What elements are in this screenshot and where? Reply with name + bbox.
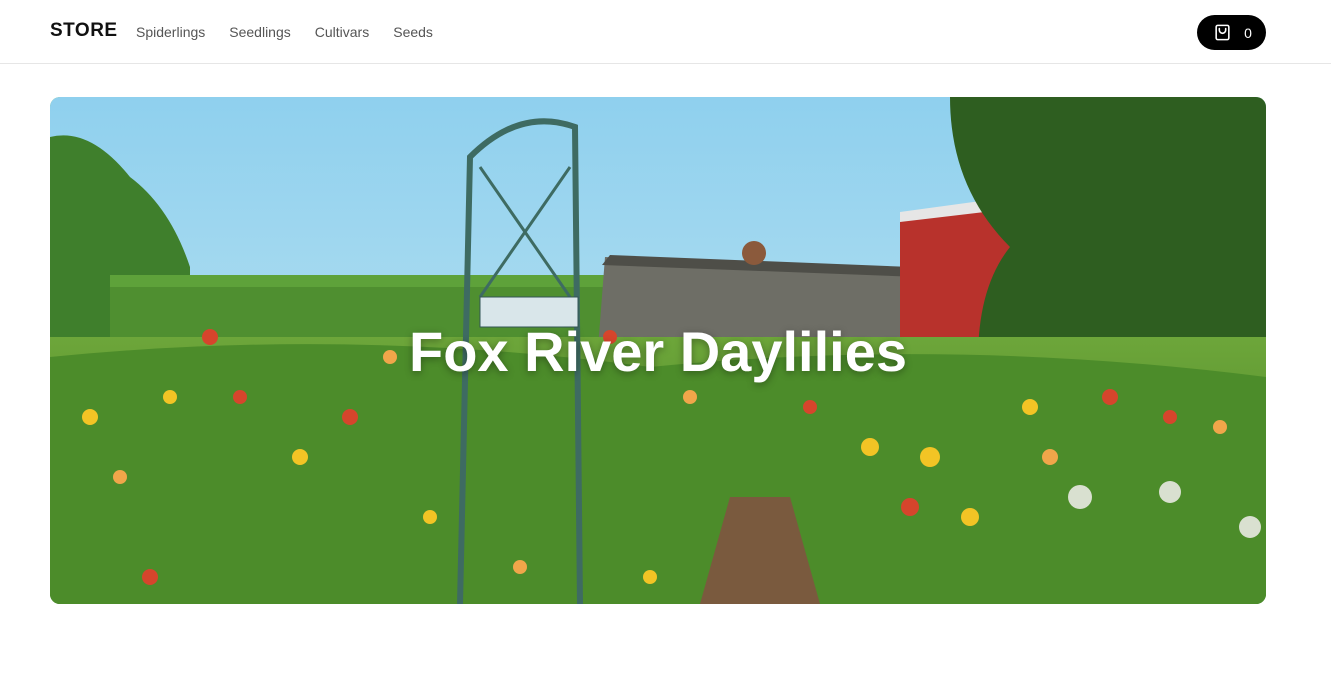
nav-link-spiderlings[interactable]: Spiderlings <box>136 24 205 40</box>
shopping-bag-icon <box>1215 24 1230 41</box>
nav-link-cultivars[interactable]: Cultivars <box>315 24 369 40</box>
top-navigation-bar: STORE Spiderlings Seedlings Cultivars Se… <box>0 0 1331 64</box>
cart-button[interactable]: 0 <box>1197 15 1266 50</box>
nav-link-seedlings[interactable]: Seedlings <box>229 24 291 40</box>
hero-title: Fox River Daylilies <box>408 320 907 383</box>
nav-link-seeds[interactable]: Seeds <box>393 24 433 40</box>
store-logo-link[interactable]: STORE <box>50 20 118 42</box>
cart-count: 0 <box>1244 24 1252 41</box>
hero-banner: Fox River Daylilies <box>50 97 1266 604</box>
main-nav: Spiderlings Seedlings Cultivars Seeds <box>136 24 433 40</box>
